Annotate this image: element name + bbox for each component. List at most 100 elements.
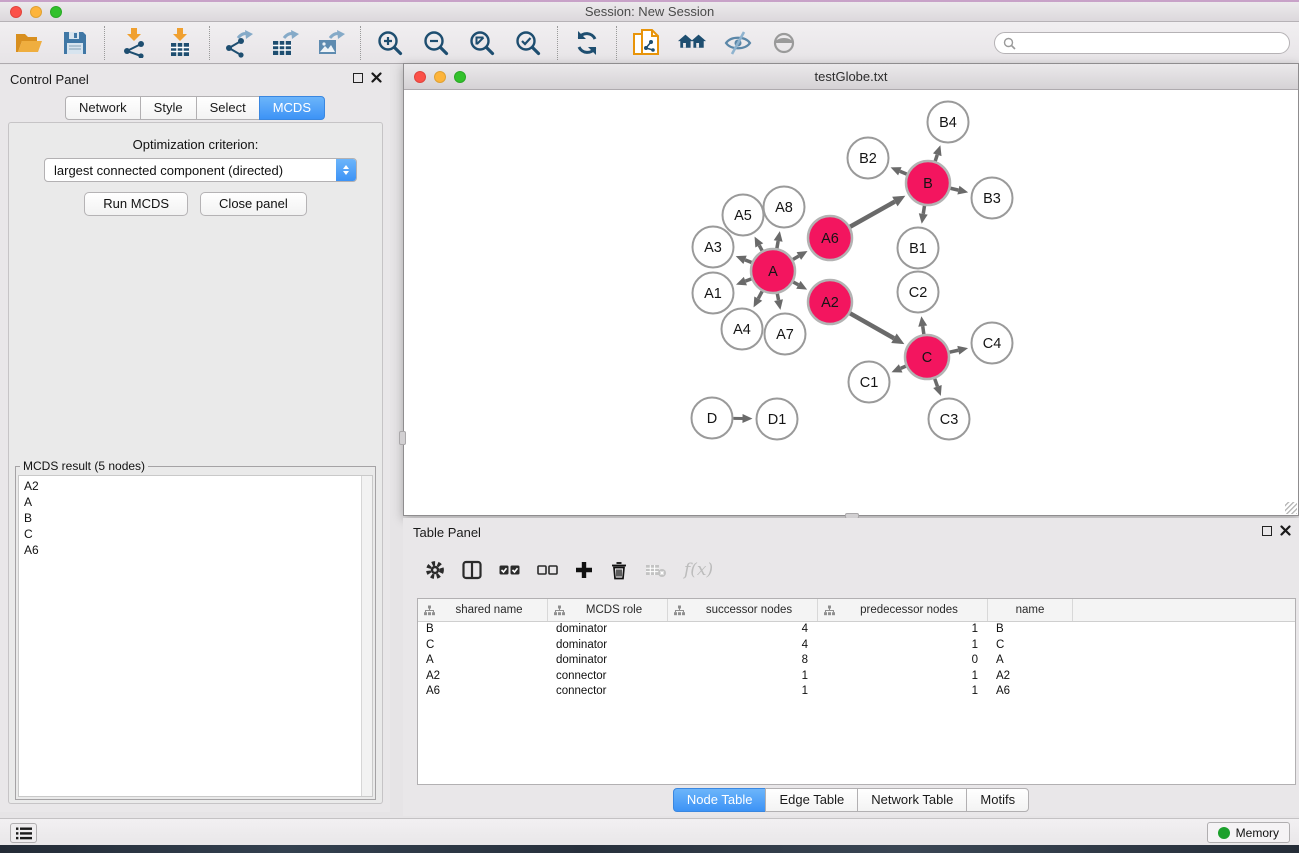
table-tab-node-table[interactable]: Node Table [673, 788, 767, 812]
memory-button[interactable]: Memory [1207, 822, 1290, 843]
criterion-select[interactable]: largest connected component (directed) [44, 158, 357, 182]
mcds-result-item[interactable]: A [24, 494, 367, 510]
graph-edge-A-A5[interactable] [759, 245, 762, 250]
search-field[interactable] [994, 32, 1290, 54]
table-cell[interactable]: dominator [548, 653, 668, 669]
close-panel-button[interactable]: Close panel [200, 192, 307, 216]
network-window-titlebar[interactable]: testGlobe.txt [404, 64, 1298, 90]
table-cell[interactable]: A [988, 653, 1073, 669]
close-panel-icon[interactable] [371, 72, 382, 83]
graph-edge-A2-C[interactable] [850, 313, 894, 338]
column-header-name[interactable]: name [988, 599, 1073, 621]
table-cell[interactable]: 1 [668, 669, 818, 685]
float-panel-icon[interactable] [353, 73, 363, 83]
graph-node-A6[interactable]: A6 [808, 216, 852, 260]
table-row[interactable]: A6connector11A6 [418, 684, 1295, 700]
mcds-result-item[interactable]: A2 [24, 478, 367, 494]
column-header-shared-name[interactable]: shared name [418, 599, 548, 621]
hide-panel-eye-slash-icon[interactable] [723, 28, 753, 58]
open-session-icon[interactable] [14, 28, 44, 58]
table-row[interactable]: A2connector11A2 [418, 669, 1295, 685]
home-icon[interactable] [677, 28, 707, 58]
graph-edge-C-C2[interactable] [923, 326, 924, 334]
zoom-fit-icon[interactable] [467, 28, 497, 58]
table-cell[interactable]: B [988, 622, 1073, 638]
graph-edge-B-B1[interactable] [923, 206, 924, 214]
table-cell[interactable]: C [418, 638, 548, 654]
export-table-icon[interactable] [270, 28, 300, 58]
settings-gear-icon[interactable] [425, 560, 445, 580]
import-network-icon[interactable] [119, 28, 149, 58]
deselect-all-columns-icon[interactable] [537, 562, 558, 578]
zoom-out-icon[interactable] [421, 28, 451, 58]
graph-edge-C-C4[interactable] [949, 350, 958, 352]
graph-node-B2[interactable]: B2 [848, 138, 889, 179]
table-cell[interactable]: 4 [668, 622, 818, 638]
table-cell[interactable]: A [418, 653, 548, 669]
graph-node-A4[interactable]: A4 [722, 309, 763, 350]
import-table-icon[interactable] [165, 28, 195, 58]
graph-node-C4[interactable]: C4 [972, 323, 1013, 364]
tab-network[interactable]: Network [65, 96, 141, 120]
zoom-in-icon[interactable] [375, 28, 405, 58]
graph-node-B3[interactable]: B3 [972, 178, 1013, 219]
table-cell[interactable]: C [988, 638, 1073, 654]
tab-style[interactable]: Style [140, 96, 197, 120]
float-table-panel-icon[interactable] [1262, 526, 1272, 536]
run-mcds-button[interactable]: Run MCDS [84, 192, 188, 216]
graph-node-D1[interactable]: D1 [757, 399, 798, 440]
save-session-icon[interactable] [60, 28, 90, 58]
table-tab-edge-table[interactable]: Edge Table [765, 788, 858, 812]
table-cell[interactable]: 1 [818, 622, 988, 638]
graph-edge-A-A2[interactable] [793, 282, 798, 285]
table-cell[interactable]: 1 [668, 684, 818, 700]
graph-node-B4[interactable]: B4 [928, 102, 969, 143]
mcds-result-item[interactable]: C [24, 526, 367, 542]
graph-node-A7[interactable]: A7 [765, 314, 806, 355]
graph-node-A8[interactable]: A8 [764, 187, 805, 228]
table-cell[interactable]: connector [548, 684, 668, 700]
table-tab-network-table[interactable]: Network Table [857, 788, 967, 812]
window-resize-grip[interactable] [1285, 502, 1297, 514]
graph-edge-B-B4[interactable] [935, 155, 937, 161]
graph-node-A3[interactable]: A3 [693, 227, 734, 268]
graph-node-A1[interactable]: A1 [693, 273, 734, 314]
network-canvas[interactable]: AA6A2BCA5A8A3A1A4A7B2B4B3B1C2C4C1C3DD1 [404, 90, 1298, 515]
graph-edge-A-A3[interactable] [745, 260, 752, 263]
graph-node-C[interactable]: C [905, 335, 949, 379]
add-column-icon[interactable] [575, 561, 593, 579]
tab-select[interactable]: Select [196, 96, 260, 120]
table-cell[interactable]: 1 [818, 684, 988, 700]
column-header-successor-nodes[interactable]: successor nodes [668, 599, 818, 621]
graph-node-D[interactable]: D [692, 398, 733, 439]
table-row[interactable]: Adominator80A [418, 653, 1295, 669]
graph-edge-C-C1[interactable] [901, 366, 906, 368]
graph-node-A2[interactable]: A2 [808, 280, 852, 324]
graph-node-B[interactable]: B [906, 161, 950, 205]
splitter-handle-vertical[interactable] [399, 431, 406, 445]
table-cell[interactable]: dominator [548, 622, 668, 638]
table-row[interactable]: Bdominator41B [418, 622, 1295, 638]
graph-edge-B-B3[interactable] [950, 188, 958, 190]
export-network-icon[interactable] [224, 28, 254, 58]
column-header-predecessor-nodes[interactable]: predecessor nodes [818, 599, 988, 621]
table-cell[interactable]: B [418, 622, 548, 638]
column-layout-icon[interactable] [462, 560, 482, 580]
mcds-result-item[interactable]: A6 [24, 542, 367, 558]
table-cell[interactable]: dominator [548, 638, 668, 654]
graph-edge-A-A7[interactable] [777, 294, 778, 301]
result-list-scrollbar[interactable] [361, 476, 372, 796]
graph-node-A[interactable]: A [751, 249, 795, 293]
graph-node-C3[interactable]: C3 [929, 399, 970, 440]
graph-edge-A-A4[interactable] [758, 291, 762, 298]
table-cell[interactable]: connector [548, 669, 668, 685]
table-cell[interactable]: A6 [988, 684, 1073, 700]
graph-edge-A6-B[interactable] [850, 202, 895, 227]
graph-node-B1[interactable]: B1 [898, 228, 939, 269]
table-cell[interactable]: 0 [818, 653, 988, 669]
table-cell[interactable]: 1 [818, 669, 988, 685]
table-cell[interactable]: 1 [818, 638, 988, 654]
show-panel-eye-icon[interactable] [769, 28, 799, 58]
table-cell[interactable]: 8 [668, 653, 818, 669]
tab-mcds[interactable]: MCDS [259, 96, 325, 120]
